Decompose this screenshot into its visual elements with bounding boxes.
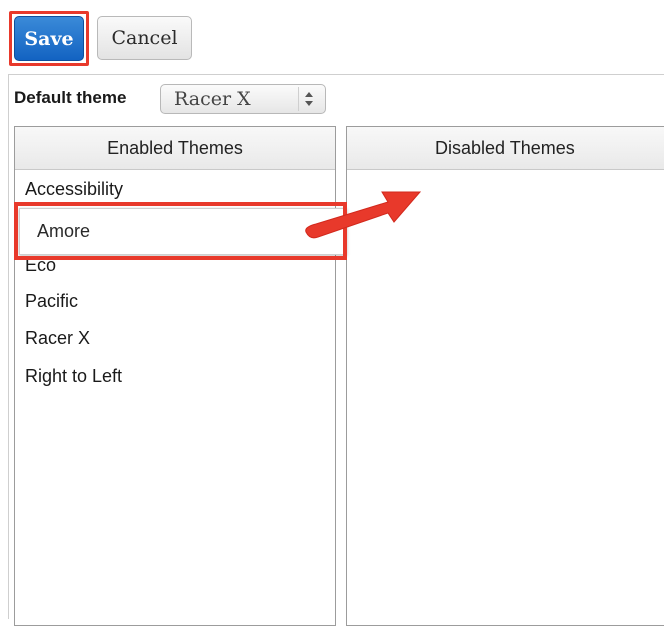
arrow-right-icon [296, 180, 426, 255]
default-theme-select[interactable]: Racer X [160, 84, 326, 114]
disabled-themes-header: Disabled Themes [347, 127, 664, 170]
theme-item-pacific[interactable]: Pacific [25, 291, 78, 312]
default-theme-selected-value: Racer X [174, 88, 251, 110]
theme-item-racer-x[interactable]: Racer X [25, 328, 90, 349]
theme-item-accessibility[interactable]: Accessibility [25, 179, 123, 200]
enabled-themes-header: Enabled Themes [15, 127, 335, 170]
cancel-button[interactable]: Cancel [97, 16, 192, 60]
save-button-highlight [9, 11, 89, 66]
theme-item-right-to-left[interactable]: Right to Left [25, 366, 122, 387]
default-theme-label: Default theme [14, 88, 127, 107]
up-down-chevron-icon [298, 87, 319, 111]
enabled-themes-list[interactable]: Enabled Themes Accessibility Eco Pacific… [14, 126, 336, 626]
